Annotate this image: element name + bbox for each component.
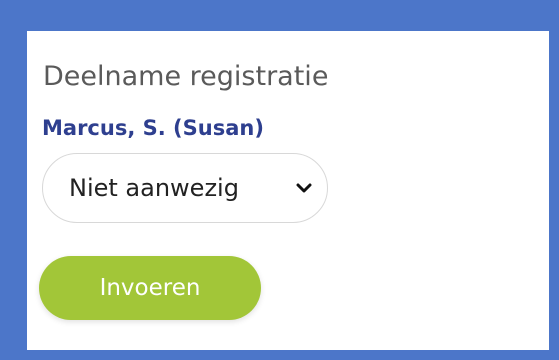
attendance-select-value: Niet aanwezig (69, 174, 239, 202)
frame-border-top (0, 0, 559, 31)
submit-button[interactable]: Invoeren (39, 256, 261, 320)
registration-panel: Deelname registratie Marcus, S. (Susan) … (27, 31, 549, 350)
attendance-select[interactable]: Niet aanwezig (42, 153, 328, 223)
frame-border-right (549, 0, 559, 360)
chevron-down-icon[interactable] (295, 179, 313, 197)
page-title: Deelname registratie (43, 61, 329, 92)
frame-border-left (0, 0, 27, 360)
participant-name: Marcus, S. (Susan) (42, 116, 264, 140)
frame-border-bottom (0, 350, 559, 360)
registration-frame: Deelname registratie Marcus, S. (Susan) … (0, 0, 559, 360)
